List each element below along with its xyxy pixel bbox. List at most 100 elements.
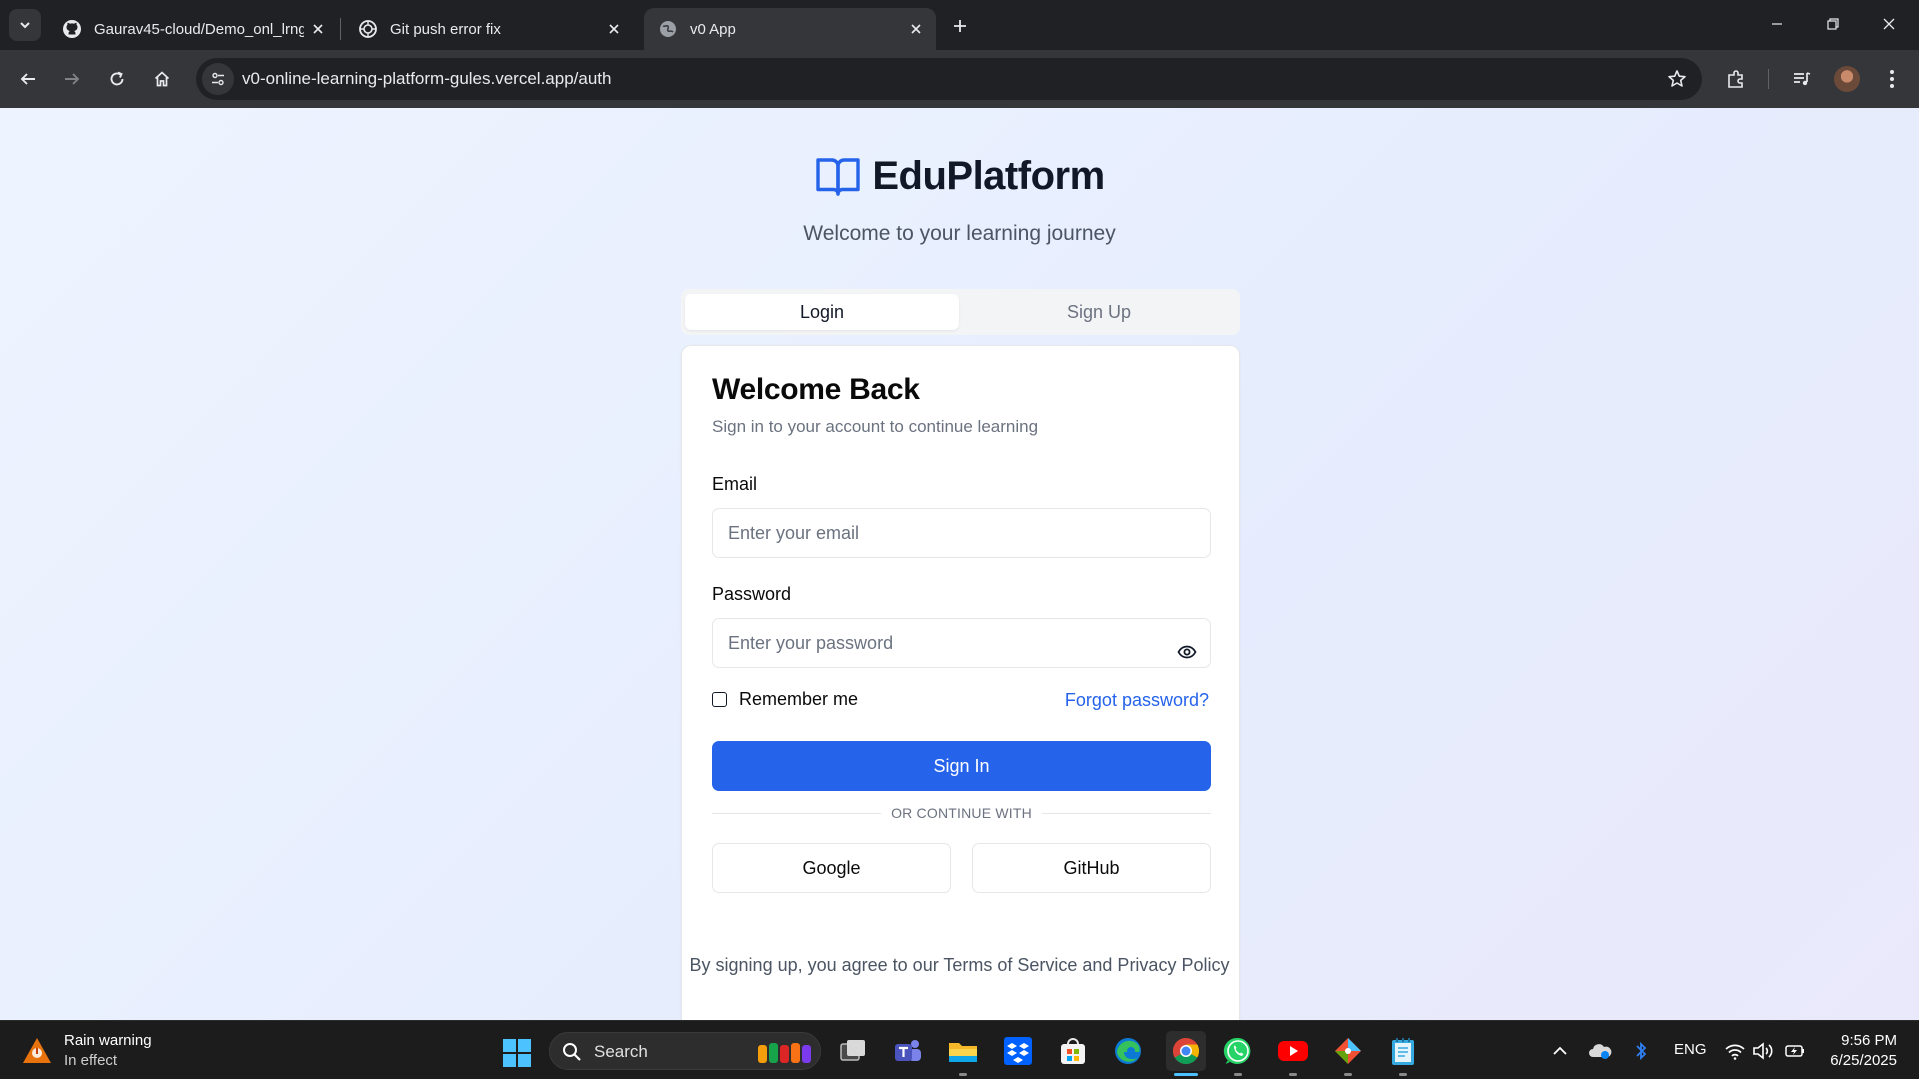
weather-subtitle[interactable]: In effect (64, 1052, 117, 1069)
site-info-button[interactable] (202, 63, 234, 95)
book-open-icon (814, 152, 862, 200)
youtube-icon[interactable] (1276, 1034, 1310, 1068)
remember-me[interactable]: Remember me (712, 689, 858, 710)
task-view-icon[interactable] (836, 1034, 870, 1068)
toolbar-separator (1768, 69, 1769, 89)
more-vert-icon (1890, 70, 1894, 88)
close-icon[interactable] (906, 19, 926, 39)
battery-icon[interactable] (1783, 1039, 1807, 1063)
login-card: Welcome Back Sign in to your account to … (681, 345, 1240, 1032)
tab-login[interactable]: Login (685, 294, 959, 330)
remember-checkbox[interactable] (712, 692, 727, 707)
tagline: Welcome to your learning journey (803, 222, 1116, 245)
taskbar: Rain warning In effect Search ENG 9:56 P… (0, 1020, 1919, 1079)
remember-label: Remember me (739, 689, 859, 709)
search-icon (563, 1043, 581, 1061)
tab-signup[interactable]: Sign Up (962, 294, 1236, 330)
address-bar[interactable]: v0-online-learning-platform-gules.vercel… (196, 58, 1702, 100)
tab-search-button[interactable] (9, 9, 41, 41)
git-icon[interactable] (1331, 1034, 1365, 1068)
running-indicator (1399, 1073, 1407, 1076)
tab-v0-app[interactable]: v0 App (644, 8, 936, 50)
file-explorer-icon[interactable] (946, 1034, 980, 1068)
reload-button[interactable] (101, 63, 133, 95)
weather-warning-icon[interactable] (22, 1036, 52, 1066)
back-button[interactable] (12, 63, 44, 95)
edge-icon[interactable] (1111, 1034, 1145, 1068)
minimize-button[interactable] (1754, 8, 1800, 40)
chevron-down-icon (20, 22, 30, 29)
chevron-up-icon[interactable] (1548, 1039, 1572, 1063)
language-indicator[interactable]: ENG (1674, 1041, 1707, 1058)
new-tab-button[interactable] (946, 12, 974, 40)
close-window-button[interactable] (1866, 8, 1912, 40)
legal-text: By signing up, you agree to our Terms of… (689, 955, 1230, 975)
home-icon (154, 71, 170, 87)
notepad-icon[interactable] (1386, 1034, 1420, 1068)
tab-chatgpt[interactable]: Git push error fix (344, 8, 634, 50)
tab-github[interactable]: Gaurav45-cloud/Demo_onl_lrng (48, 8, 338, 50)
volume-icon[interactable] (1751, 1039, 1775, 1063)
arrow-right-icon (65, 73, 80, 85)
globe-icon (658, 19, 678, 39)
wifi-icon[interactable] (1723, 1039, 1747, 1063)
whatsapp-icon[interactable] (1221, 1034, 1255, 1068)
browser-tab-strip: Gaurav45-cloud/Demo_onl_lrng Git push er… (0, 0, 1919, 50)
sign-in-button[interactable]: Sign In (712, 741, 1211, 791)
close-icon[interactable] (604, 19, 624, 39)
card-subtitle: Sign in to your account to continue lear… (712, 417, 1039, 436)
github-button[interactable]: GitHub (972, 843, 1211, 893)
chrome-icon[interactable] (1166, 1031, 1206, 1071)
browser-toolbar: v0-online-learning-platform-gules.vercel… (0, 50, 1919, 108)
tab-title: Git push error fix (390, 20, 501, 38)
plus-icon (954, 20, 966, 32)
windows-start-icon[interactable] (502, 1038, 532, 1068)
media-controls-button[interactable] (1786, 63, 1818, 95)
openai-icon (358, 19, 378, 39)
forward-button[interactable] (56, 63, 88, 95)
taskbar-search-label: Search (594, 1042, 648, 1061)
bluetooth-icon[interactable] (1629, 1039, 1653, 1063)
star-icon (1668, 70, 1686, 87)
microsoft-store-icon[interactable] (1056, 1034, 1090, 1068)
home-button[interactable] (146, 63, 178, 95)
brand-name: EduPlatform (872, 153, 1105, 198)
auth-tabs: Login Sign Up (681, 289, 1240, 335)
bookmark-button[interactable] (1662, 64, 1692, 94)
taskbar-search[interactable]: Search (549, 1032, 821, 1070)
tab-title: v0 App (690, 20, 736, 38)
google-button[interactable]: Google (712, 843, 951, 893)
email-field[interactable] (712, 508, 1211, 558)
arrow-left-icon (20, 73, 35, 85)
search-highlight-icon (758, 1043, 811, 1063)
onedrive-icon[interactable] (1588, 1039, 1612, 1063)
toggle-password-button[interactable] (1172, 637, 1202, 667)
tab-title: Gaurav45-cloud/Demo_onl_lrng (94, 20, 304, 38)
teams-icon[interactable] (891, 1034, 925, 1068)
profile-avatar[interactable] (1834, 66, 1860, 92)
close-icon[interactable] (308, 19, 328, 39)
clock-time[interactable]: 9:56 PM (1841, 1032, 1897, 1049)
card-title: Welcome Back (712, 373, 920, 406)
github-icon (62, 19, 82, 39)
clock-date[interactable]: 6/25/2025 (1830, 1052, 1897, 1069)
divider-text-wrap: OR CONTINUE WITH (682, 805, 1241, 821)
extensions-button[interactable] (1720, 63, 1752, 95)
password-field[interactable] (712, 618, 1211, 668)
tune-icon (212, 72, 224, 86)
eye-icon (1177, 645, 1197, 659)
running-indicator (959, 1073, 967, 1076)
forgot-password-link[interactable]: Forgot password? (1065, 690, 1209, 711)
running-indicator (1234, 1073, 1242, 1076)
running-indicator (1289, 1073, 1297, 1076)
menu-button[interactable] (1876, 63, 1908, 95)
puzzle-icon (1728, 70, 1743, 88)
dropbox-icon[interactable] (1001, 1034, 1035, 1068)
divider-text: OR CONTINUE WITH (881, 805, 1042, 821)
url-text[interactable]: v0-online-learning-platform-gules.vercel… (242, 69, 611, 89)
active-indicator (1174, 1073, 1198, 1076)
weather-title[interactable]: Rain warning (64, 1032, 152, 1049)
restore-button[interactable] (1810, 8, 1856, 40)
restore-icon (1827, 18, 1839, 30)
tab-separator (340, 18, 341, 40)
